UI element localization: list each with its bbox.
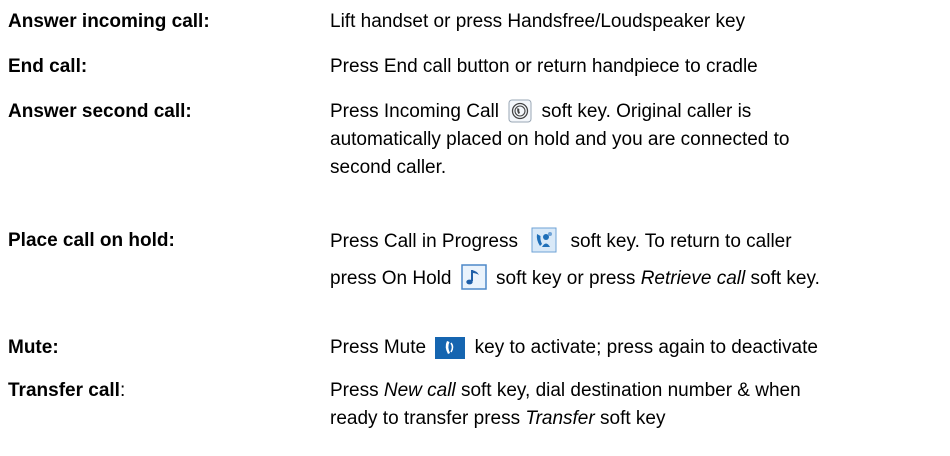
desc-line: Lift handset or press Handsfree/Loudspea… — [330, 11, 746, 32]
text-segment: soft key — [600, 408, 666, 429]
desc-line: Press New call soft key, dial destinatio… — [330, 377, 930, 405]
desc-place-call-on-hold: Press Call in Progress soft key. To retu… — [330, 227, 930, 293]
new-call-text: New call — [383, 380, 456, 401]
text-segment: key to activate; press again to deactiva… — [474, 337, 818, 358]
label-transfer-call-text: Transfer call — [8, 380, 120, 401]
desc-line: second caller. — [330, 157, 447, 178]
retrieve-call-text: Retrieve call — [640, 268, 746, 289]
desc-transfer-call: Press New call soft key, dial destinatio… — [330, 377, 930, 433]
desc-mute: Press Mute key to activate; press again … — [330, 334, 930, 362]
desc-line: Press Incoming Call soft key. Original c… — [330, 98, 930, 126]
transfer-text: Transfer — [525, 408, 595, 429]
desc-end-call: Press End call button or return handpiec… — [330, 53, 930, 81]
desc-line: automatically placed on hold and you are… — [330, 129, 790, 150]
mute-icon — [435, 337, 466, 359]
text-segment: ready to transfer press — [330, 408, 521, 429]
text-segment: Press Call in Progress — [330, 231, 518, 252]
desc-line: Press Call in Progress soft key. To retu… — [330, 227, 930, 256]
text-segment: Press Incoming Call — [330, 101, 499, 122]
incoming-call-icon — [508, 99, 532, 123]
text-segment: soft key. To return to caller — [570, 231, 792, 252]
label-colon: : — [119, 380, 126, 401]
call-in-progress-icon — [531, 227, 557, 253]
desc-answer-incoming-call: Lift handset or press Handsfree/Loudspea… — [330, 8, 930, 36]
desc-line: Press Mute key to activate; press again … — [330, 334, 930, 362]
text-segment: soft key, dial destination number & when — [460, 380, 801, 401]
on-hold-icon — [460, 264, 487, 290]
phone-instructions-document: Answer incoming call: Lift handset or pr… — [0, 0, 950, 456]
text-segment: press On Hold — [330, 268, 452, 289]
desc-line: ready to transfer press Transfer soft ke… — [330, 405, 930, 433]
text-segment: soft key. — [750, 268, 820, 289]
label-answer-incoming-call: Answer incoming call: — [8, 11, 210, 32]
label-answer-second-call: Answer second call: — [8, 101, 192, 122]
label-place-call-on-hold: Place call on hold: — [8, 230, 175, 251]
desc-line: press On Hold soft key or press Retrieve… — [330, 264, 930, 293]
text-segment: soft key. Original caller is — [541, 101, 752, 122]
label-mute: Mute: — [8, 337, 59, 358]
label-transfer-call: Transfer call: — [8, 377, 125, 405]
label-end-call: End call: — [8, 56, 88, 77]
text-segment: Press Mute — [330, 337, 427, 358]
text-segment: Press — [330, 380, 379, 401]
text-segment: soft key or press — [496, 268, 636, 289]
desc-answer-second-call: Press Incoming Call soft key. Original c… — [330, 98, 930, 182]
desc-line: Press End call button or return handpiec… — [330, 56, 758, 77]
